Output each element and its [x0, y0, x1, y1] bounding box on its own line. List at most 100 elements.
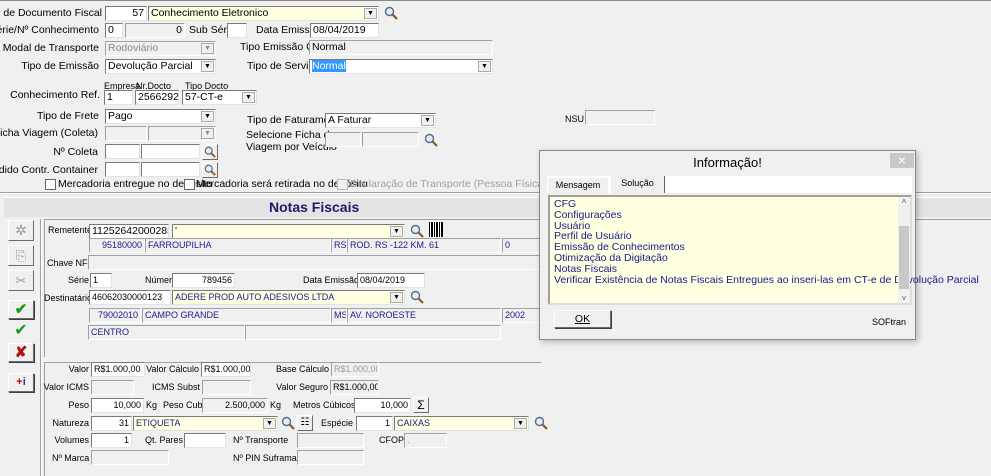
tipo-doc-value: Conhecimento Eletronico [151, 7, 269, 19]
chevron-down-icon: ▼ [364, 8, 377, 19]
pedido-input-1[interactable] [105, 162, 140, 177]
tools-button[interactable]: ✂ [8, 270, 34, 291]
especie-code-input[interactable]: 1 [356, 416, 393, 431]
especie-value: CAIXAS [397, 418, 431, 428]
tipo-doc-code-input[interactable]: 57 [105, 6, 147, 21]
data-emissao-input[interactable]: 08/04/2019 [310, 23, 379, 38]
close-icon: × [897, 152, 907, 168]
barcode-icon[interactable] [429, 222, 443, 237]
ficha-viagem-select: ▼ [148, 126, 216, 141]
base-calc-label: Base Cálculo [275, 364, 329, 374]
numero-nf-input[interactable]: 789456 [172, 273, 235, 288]
especie-select[interactable]: CAIXAS ▼ [394, 416, 529, 431]
transporte-label: Nº Transporte [233, 435, 289, 445]
scrollbar-thumb[interactable] [899, 226, 909, 289]
dest-cnpj-input[interactable]: 46062030000123 [89, 290, 171, 305]
modal-label: Modal de Transporte [2, 42, 99, 54]
valor-calc-input[interactable]: R$1.000,00 [201, 362, 251, 377]
conh-ref-label: Conhecimento Ref. [10, 89, 100, 101]
search-icon[interactable] [534, 416, 548, 430]
chevron-down-icon: ▼ [201, 111, 214, 122]
dest-nome: ADERE PROD AUTO ADESIVOS LTDA [175, 292, 335, 302]
ok-button[interactable]: OK [554, 310, 611, 328]
declaracao-label: Declaração de Transporte (Pessoa Física) [350, 178, 547, 190]
data-nf-input[interactable]: 08/04/2019 [357, 273, 425, 288]
chave-label: Chave NFe [47, 258, 93, 268]
tipo-faturamento-select[interactable]: A Faturar ▼ [325, 113, 436, 128]
entregue-checkbox[interactable] [45, 179, 56, 190]
nrdocto-input[interactable]: 2566292 [135, 90, 179, 105]
remetente-cnpj-input[interactable]: 11252642000285 [89, 224, 169, 239]
search-icon[interactable] [384, 6, 398, 20]
tipo-emissao-value: Devolução Parcial [108, 60, 193, 72]
tab-mensagem[interactable]: Mensagem [548, 178, 608, 193]
tipodocto-select[interactable]: 57-CT-e ▼ [182, 90, 257, 105]
coleta-input-2[interactable] [141, 144, 200, 159]
scroll-up-icon[interactable]: ˄ [898, 197, 910, 206]
sum-button[interactable]: Σ [413, 397, 429, 413]
volumes-input[interactable]: 1 [91, 433, 132, 448]
ficha-viagem-label: Nº Ficha Viagem (Coleta) [0, 127, 98, 139]
tipo-doc-label: Tipo de Documento Fiscal [0, 7, 102, 19]
especie-label: Espécie [321, 418, 354, 428]
retirada-checkbox[interactable] [184, 179, 195, 190]
notas-title: Notas Fiscais [269, 199, 360, 215]
icms-subst-field [202, 380, 251, 395]
tree-button[interactable]: ☷ [297, 415, 313, 431]
check-icon: ✔ [14, 322, 28, 339]
search-icon[interactable] [410, 290, 424, 304]
scrollbar[interactable]: ˄ ˅ [898, 197, 910, 303]
ficha-veiculo-field-2 [362, 132, 419, 147]
dest-uf: MS [331, 308, 347, 323]
check-icon: ✔ [14, 301, 28, 318]
sub-serie-input[interactable] [227, 23, 247, 38]
natureza-value: ETIQUETA [136, 418, 181, 428]
search-icon[interactable] [424, 133, 438, 147]
tipo-servico-select[interactable]: Normal ▼ [309, 59, 493, 74]
natureza-code-input[interactable]: 31 [91, 416, 132, 431]
cancel-button[interactable]: ✘ [8, 343, 34, 362]
peso-label: Peso [68, 400, 89, 410]
valor-seguro-label: Valor Seguro [276, 382, 328, 392]
confirm-button[interactable]: ✔ [8, 300, 34, 319]
pedido-search-button[interactable] [202, 162, 218, 178]
dest-select[interactable]: ADERE PROD AUTO ADESIVOS LTDA ▼ [172, 290, 405, 305]
valor-input[interactable]: R$1.000,00 [91, 362, 145, 377]
new-button[interactable]: ✲ [8, 220, 34, 241]
search-icon [204, 164, 216, 176]
solucao-text-area[interactable]: CFG Configurações Usuário Perfil de Usuário… [548, 195, 979, 305]
scroll-down-icon[interactable]: ˅ [898, 294, 910, 303]
serie-input[interactable]: 0 [105, 23, 123, 38]
dest-cep: 79002010 [89, 308, 141, 323]
empresa-input[interactable]: 1 [104, 90, 133, 105]
tipo-emissao-cte-field: Normal [309, 40, 493, 55]
pedido-input-2[interactable] [141, 162, 200, 177]
qt-pares-input[interactable] [184, 433, 226, 448]
coleta-input-1[interactable] [105, 144, 140, 159]
ficha-veiculo-field-1 [325, 132, 361, 147]
tipo-doc-select[interactable]: Conhecimento Eletronico ▼ [148, 6, 379, 21]
remetente-select[interactable]: ' ▼ [172, 224, 405, 239]
tab-solucao[interactable]: Solução [611, 176, 665, 193]
tree-icon: ☷ [300, 417, 310, 428]
declaracao-checkbox [337, 179, 348, 190]
serie-nf-label: Série [67, 275, 89, 285]
tipo-frete-value: Pago [108, 110, 133, 122]
serie-nf-input[interactable]: 1 [90, 273, 112, 288]
close-button[interactable]: × [890, 153, 914, 168]
natureza-select[interactable]: ETIQUETA ▼ [133, 416, 278, 431]
peso-input[interactable]: 10,000 [91, 398, 144, 413]
metros-input[interactable]: 10,000 [354, 398, 411, 413]
coleta-search-button[interactable] [202, 144, 218, 160]
qt-pares-label: Qt. Pares [145, 435, 184, 445]
copy-button[interactable]: ⎘ [8, 245, 34, 266]
confirm-all-button[interactable]: ✔ [8, 322, 34, 341]
search-icon[interactable] [281, 416, 295, 430]
tipo-emissao-select[interactable]: Devolução Parcial ▼ [105, 59, 216, 74]
top-border [0, 0, 991, 2]
tipo-frete-select[interactable]: Pago ▼ [105, 109, 216, 124]
chevron-down-icon: ▼ [421, 115, 434, 126]
tools-icon: ✂ [15, 273, 27, 288]
info-button[interactable]: +i [8, 373, 34, 392]
search-icon[interactable] [410, 224, 424, 238]
